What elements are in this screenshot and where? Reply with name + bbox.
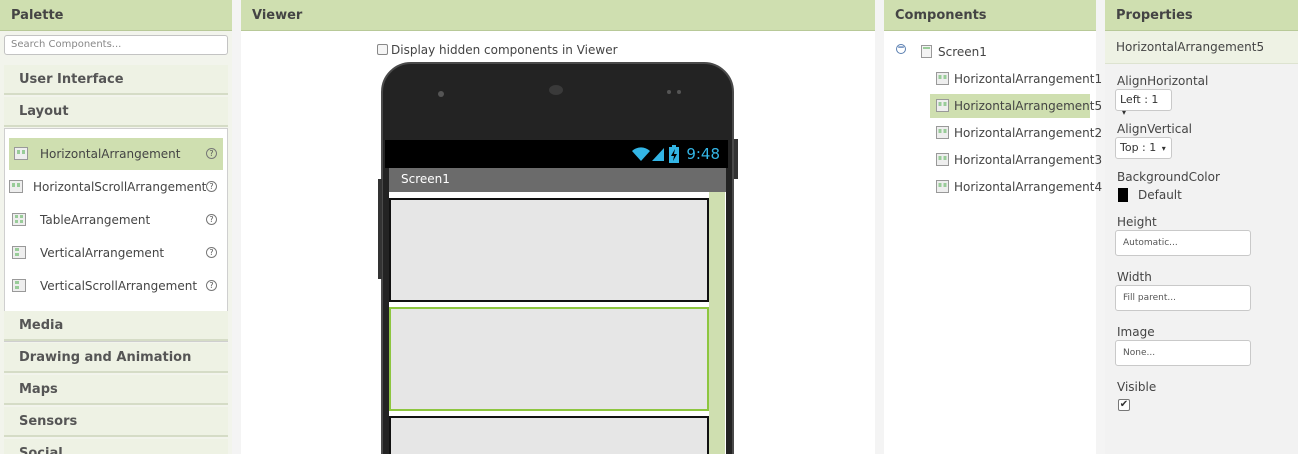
phone-mockup: 9:48 Screen1 [378, 62, 738, 454]
horizontal-scroll-arrangement-icon [9, 180, 23, 193]
battery-icon [669, 145, 679, 163]
image-field[interactable]: None... [1115, 340, 1251, 366]
align-horizontal-dropdown[interactable]: Left : 1 ▾ [1115, 89, 1172, 117]
help-icon[interactable]: ? [206, 181, 217, 192]
vertical-scroll-arrangement-icon [12, 279, 26, 292]
tree-node-horizontal-arrangement-4[interactable]: HorizontalArrangement4 [930, 175, 1102, 199]
selected-component-name: HorizontalArrangement5 [1105, 31, 1298, 64]
horizontal-arrangement-icon [936, 99, 949, 112]
help-icon[interactable]: ? [206, 214, 217, 225]
display-hidden-toggle[interactable]: Display hidden components in Viewer [377, 43, 618, 57]
help-icon[interactable]: ? [206, 280, 217, 291]
components-title: Components [895, 8, 987, 23]
viewer-horizontal-arrangement-5[interactable] [389, 307, 709, 411]
screen-scrollbar[interactable] [709, 192, 725, 454]
status-bar: 9:48 [385, 140, 728, 168]
background-color-label: BackgroundColor [1117, 170, 1220, 184]
palette-item-horizontal-scroll-arrangement[interactable]: HorizontalScrollArrangement ? [9, 171, 223, 203]
help-icon[interactable]: ? [206, 247, 217, 258]
width-field[interactable]: Fill parent... [1115, 285, 1251, 311]
sensor-icon [667, 90, 671, 94]
category-media[interactable]: Media [4, 311, 228, 341]
components-panel: − Screen1 HorizontalArrangement1 Horizon… [884, 31, 1102, 454]
tree-node-horizontal-arrangement-2[interactable]: HorizontalArrangement2 [930, 121, 1102, 145]
image-label: Image [1117, 325, 1155, 339]
visible-checkbox[interactable]: ✔ [1118, 399, 1130, 411]
viewer-header: Viewer [241, 0, 875, 31]
palette-title: Palette [11, 8, 64, 23]
tree-node-screen1[interactable]: Screen1 [914, 40, 1024, 64]
gutter [1096, 0, 1105, 454]
palette-item-vertical-arrangement[interactable]: VerticalArrangement ? [9, 237, 223, 269]
search-components-input[interactable]: Search Components... [4, 35, 228, 55]
palette-header: Palette [0, 0, 232, 31]
table-arrangement-icon [12, 213, 26, 226]
category-maps[interactable]: Maps [4, 375, 228, 405]
display-hidden-checkbox[interactable] [377, 44, 388, 55]
properties-title: Properties [1116, 8, 1193, 23]
signal-icon [652, 148, 664, 161]
align-vertical-label: AlignVertical [1117, 122, 1193, 136]
gutter [875, 0, 884, 454]
phone-volume-button [378, 179, 382, 279]
align-horizontal-label: AlignHorizontal [1117, 74, 1209, 88]
category-layout[interactable]: Layout [4, 97, 228, 127]
horizontal-arrangement-icon [936, 153, 949, 166]
properties-panel: HorizontalArrangement5 AlignHorizontal L… [1105, 31, 1298, 454]
background-color-value[interactable]: Default [1138, 188, 1182, 202]
help-icon[interactable]: ? [206, 148, 217, 159]
height-label: Height [1117, 215, 1157, 229]
palette-panel: Search Components... User Interface Layo… [0, 31, 232, 454]
palette-item-table-arrangement[interactable]: TableArrangement ? [9, 204, 223, 236]
screen-icon [921, 45, 932, 58]
horizontal-arrangement-icon [936, 72, 949, 85]
screen-title-bar: Screen1 [389, 168, 726, 192]
properties-header: Properties [1105, 0, 1298, 31]
viewer-horizontal-arrangement-1[interactable] [389, 198, 709, 302]
horizontal-arrangement-icon [936, 126, 949, 139]
wifi-icon [632, 147, 650, 161]
palette-item-horizontal-arrangement[interactable]: HorizontalArrangement ? [9, 138, 223, 170]
dropdown-arrow-icon: ▾ [1122, 108, 1127, 117]
status-time: 9:48 [686, 145, 720, 163]
background-color-swatch[interactable] [1118, 188, 1128, 202]
viewer-horizontal-arrangement-2[interactable] [389, 416, 709, 454]
category-user-interface[interactable]: User Interface [4, 65, 228, 95]
collapse-icon[interactable]: − [896, 44, 906, 54]
category-social[interactable]: Social [4, 439, 228, 454]
layout-component-list: HorizontalArrangement ? HorizontalScroll… [4, 128, 228, 342]
horizontal-arrangement-icon [14, 147, 28, 160]
search-placeholder: Search Components... [11, 39, 122, 50]
front-camera-icon [438, 91, 444, 97]
category-sensors[interactable]: Sensors [4, 407, 228, 437]
phone-power-button [734, 139, 738, 179]
components-header: Components [884, 0, 1096, 31]
earpiece-icon [549, 85, 563, 95]
tree-node-horizontal-arrangement-5[interactable]: HorizontalArrangement5 [930, 94, 1102, 118]
horizontal-arrangement-icon [936, 180, 949, 193]
align-vertical-dropdown[interactable]: Top : 1 ▾ [1115, 137, 1172, 159]
width-label: Width [1117, 270, 1152, 284]
viewer-panel: Display hidden components in Viewer 9:48… [241, 31, 875, 454]
sensor-icon [677, 90, 681, 94]
dropdown-arrow-icon: ▾ [1161, 144, 1166, 153]
gutter [232, 0, 241, 454]
category-drawing-and-animation[interactable]: Drawing and Animation [4, 343, 228, 373]
tree-node-horizontal-arrangement-1[interactable]: HorizontalArrangement1 [930, 67, 1102, 91]
height-field[interactable]: Automatic... [1115, 230, 1251, 256]
vertical-arrangement-icon [12, 246, 26, 259]
palette-item-vertical-scroll-arrangement[interactable]: VerticalScrollArrangement ? [9, 270, 223, 302]
visible-label: Visible [1117, 380, 1157, 394]
display-hidden-label: Display hidden components in Viewer [391, 43, 618, 57]
phone-screen [389, 192, 726, 454]
screen-title: Screen1 [401, 172, 450, 186]
tree-node-horizontal-arrangement-3[interactable]: HorizontalArrangement3 [930, 148, 1102, 172]
viewer-title: Viewer [252, 8, 303, 23]
